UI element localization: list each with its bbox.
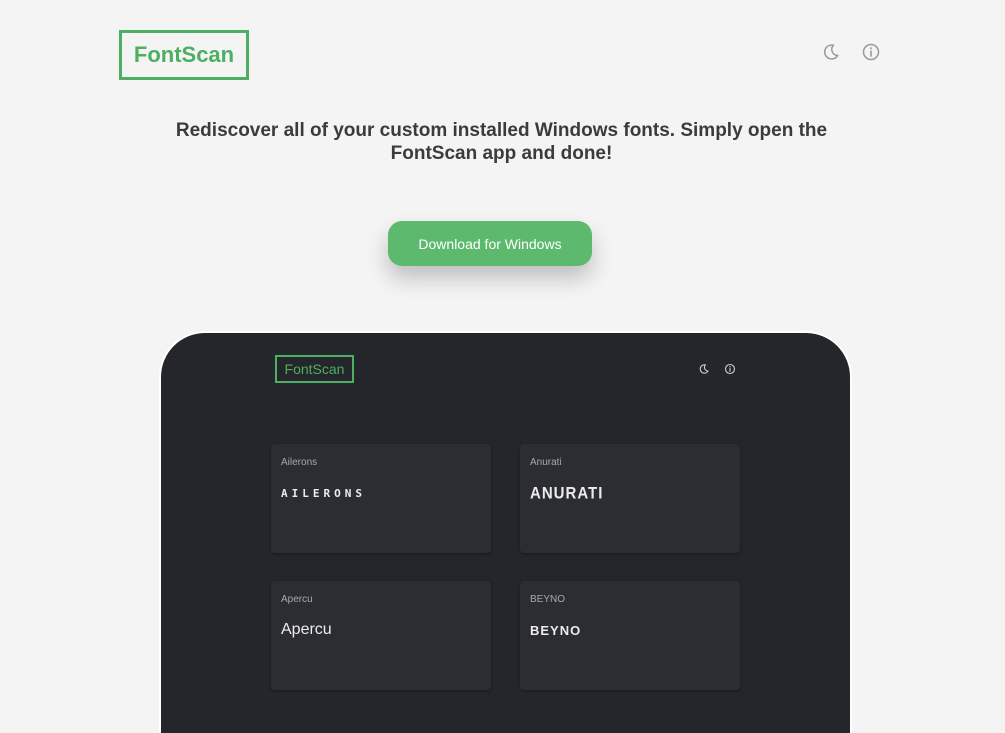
moon-icon [823,44,839,60]
font-name: Anurati [530,457,562,468]
font-name: Apercu [281,594,313,605]
font-name: Ailerons [281,457,318,468]
font-sample: Apercu [281,621,332,638]
font-sample: BEYNO [530,623,582,638]
preview-moon-icon [699,364,709,374]
font-sample: ANURATI [530,484,604,503]
preview-logo: FontScan [275,355,354,383]
page-headline: Rediscover all of your custom installed … [175,120,828,164]
download-button[interactable]: Download for Windows [388,221,592,266]
info-button[interactable] [860,41,882,63]
font-card: Ailerons AILERONS [271,444,491,553]
font-sample: AILERONS [281,487,366,500]
theme-toggle-button[interactable] [820,41,842,63]
font-card: Anurati ANURATI [520,444,740,553]
logo[interactable]: FontScan [119,30,249,80]
font-card: Apercu Apercu [271,581,491,690]
app-preview: FontScan Ailerons AILERONS Anurati ANURA… [161,333,850,733]
preview-info-icon [724,363,736,375]
font-card: BEYNO BEYNO [520,581,740,690]
info-icon [862,43,880,61]
font-name: BEYNO [530,594,566,605]
